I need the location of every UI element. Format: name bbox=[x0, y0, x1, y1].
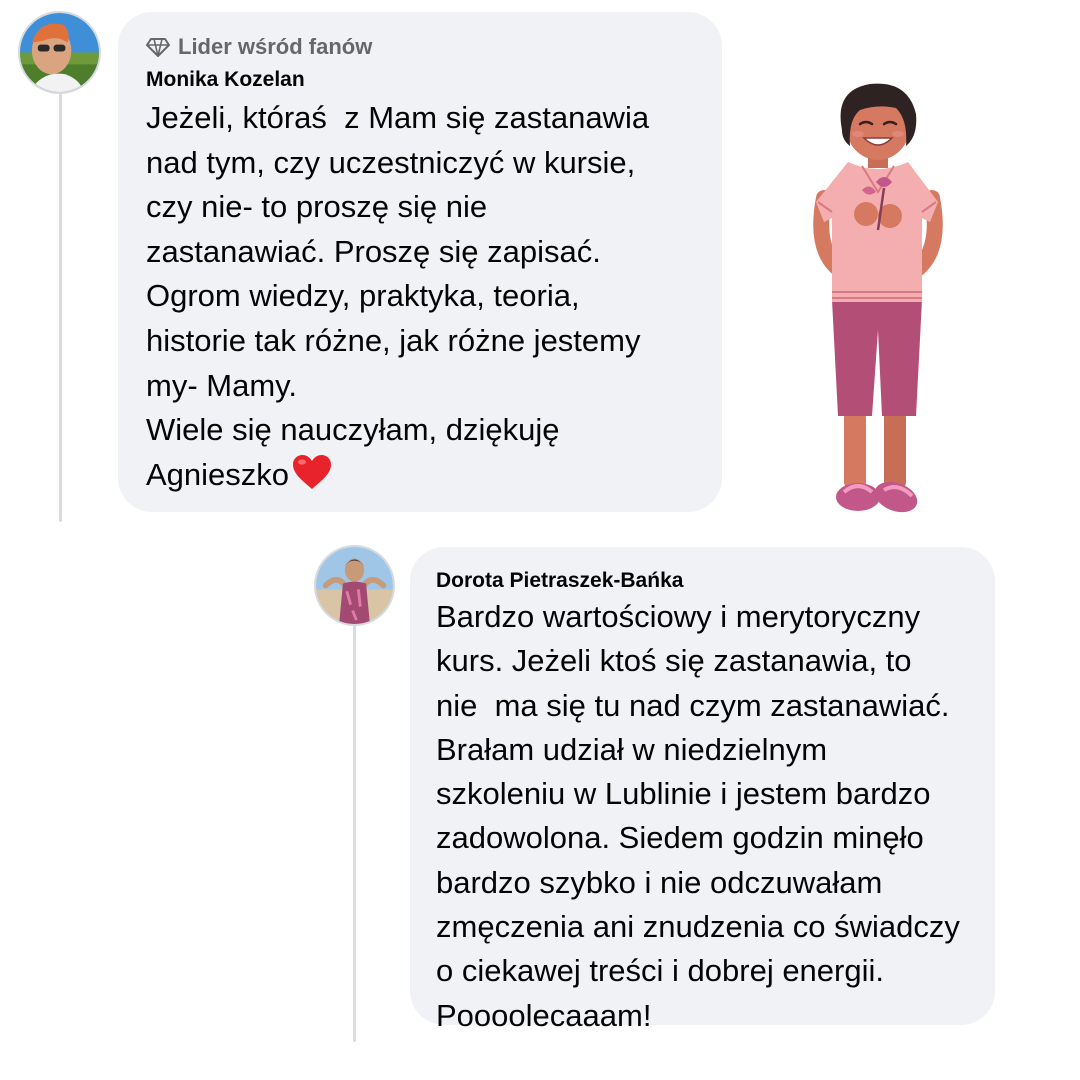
comment-line: zmęczenia ani znudzenia co świadczy bbox=[436, 909, 960, 945]
woman-illustration bbox=[800, 80, 960, 525]
comment-thread-line bbox=[353, 624, 356, 1042]
avatar[interactable] bbox=[316, 547, 393, 624]
comment-line: Bardzo wartościowy i merytoryczny bbox=[436, 599, 921, 634]
comment-line: nad tym, czy uczestniczyć w kursie, bbox=[146, 144, 636, 180]
comment-bubble: Dorota Pietraszek-Bańka Bardzo wartościo… bbox=[410, 547, 995, 1033]
comment-line: Wiele się nauczyłam, dziękuję bbox=[146, 412, 560, 448]
diamond-icon bbox=[146, 38, 170, 57]
comment-line: Brałam udział w niedzielnym bbox=[436, 731, 828, 767]
comment-line: czy nie- to proszę się nie bbox=[146, 189, 488, 225]
comment-line: Jeżeli, któraś z Mam się zastanawia bbox=[146, 100, 650, 135]
heart-emoji-icon bbox=[293, 454, 332, 489]
top-fan-badge[interactable]: Lider wśród fanów bbox=[146, 34, 694, 60]
comment-text: Bardzo wartościowy i merytoryczny kurs. … bbox=[436, 595, 969, 1038]
comment-line: Ogrom wiedzy, praktyka, teoria, bbox=[146, 278, 580, 314]
comment-line: zastanawiać. Proszę się zapisać. bbox=[146, 233, 601, 269]
comment-line: kurs. Jeżeli ktoś się zastanawia, to bbox=[436, 643, 912, 679]
badge-label: Lider wśród fanów bbox=[178, 34, 373, 59]
comment-line: Agnieszko bbox=[146, 456, 290, 492]
comment-line: historie tak różne, jak różne jestemy bbox=[146, 322, 641, 358]
comment-line: zadowolona. Siedem godzin minęło bbox=[436, 820, 924, 856]
comment-line: szkoleniu w Lublinie i jestem bardzo bbox=[436, 776, 931, 812]
comment-line: Poooolecaaam! bbox=[436, 997, 652, 1033]
comment-text: Jeżeli, któraś z Mam się zastanawia nad … bbox=[146, 96, 694, 497]
comment-line: my- Mamy. bbox=[146, 367, 297, 403]
comment-last-line: Agnieszko bbox=[146, 453, 694, 498]
comment-bubble: Lider wśród fanów Monika Kozelan Jeżeli,… bbox=[118, 12, 722, 512]
comment-author[interactable]: Monika Kozelan bbox=[146, 68, 694, 92]
comment-line: bardzo szybko i nie odczuwałam bbox=[436, 864, 883, 900]
comment-thread-line bbox=[59, 92, 62, 522]
comment-author[interactable]: Dorota Pietraszek-Bańka bbox=[436, 569, 969, 593]
comment-line: o ciekawej treści i dobrej energii. bbox=[436, 953, 884, 989]
comment-line: nie ma się tu nad czym zastanawiać. bbox=[436, 687, 950, 723]
avatar[interactable] bbox=[20, 13, 99, 92]
